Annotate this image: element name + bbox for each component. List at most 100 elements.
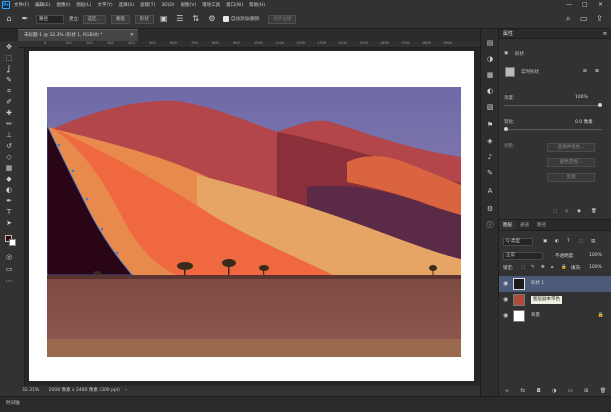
- mask-thumbnail[interactable]: [505, 67, 515, 77]
- dodge-tool-icon[interactable]: ◐: [4, 186, 14, 194]
- home-icon[interactable]: ⌂: [4, 14, 14, 24]
- layer-name[interactable]: 形状 1: [531, 276, 544, 292]
- screen-mode-icon[interactable]: ▭: [4, 265, 14, 273]
- adjustments-panel-icon[interactable]: ◈: [485, 137, 495, 146]
- delete-layer-icon[interactable]: 🗑: [600, 388, 606, 397]
- load-selection-icon[interactable]: ⬚: [553, 209, 557, 214]
- color-panel-icon[interactable]: ◑: [485, 55, 495, 64]
- path-arrangement-icon[interactable]: ⇅: [191, 14, 201, 24]
- menu-view[interactable]: 视图(V): [181, 2, 197, 8]
- tool-presets-icon[interactable]: ⚙: [485, 205, 495, 214]
- menu-type[interactable]: 文字(Y): [97, 2, 112, 8]
- pen-tool-preset-icon[interactable]: ✒: [20, 14, 30, 24]
- menu-3d[interactable]: 3D(D): [161, 3, 174, 8]
- close-tab-icon[interactable]: ✕: [130, 30, 134, 41]
- share-icon[interactable]: ⇪: [596, 14, 603, 23]
- tool-mode-select[interactable]: 路径: [36, 14, 64, 24]
- adjustment-layer-icon[interactable]: ◑: [552, 388, 556, 397]
- brush-panel-icon[interactable]: ✎: [485, 169, 495, 178]
- tab-paths[interactable]: 路径: [533, 220, 550, 230]
- align-edges-button[interactable]: 对齐边缘: [268, 14, 297, 24]
- photoshop-logo[interactable]: Ps: [2, 1, 10, 9]
- brush-tool-icon[interactable]: ✏: [4, 120, 14, 128]
- make-shape-button[interactable]: 形状: [134, 14, 154, 24]
- move-tool-icon[interactable]: ✥: [4, 43, 14, 51]
- filter-pixel-icon[interactable]: ▣: [543, 239, 547, 244]
- menu-edit[interactable]: 编辑(E): [35, 2, 50, 8]
- fill-value[interactable]: 100%: [589, 265, 602, 270]
- add-mask-icon[interactable]: ◘: [537, 388, 541, 397]
- quick-select-tool-icon[interactable]: ✎: [4, 76, 14, 84]
- patterns-panel-icon[interactable]: ▧: [485, 103, 495, 112]
- vector-mask-icon[interactable]: ⊠: [595, 69, 599, 74]
- menu-file[interactable]: 文件(F): [14, 2, 29, 8]
- lock-icon[interactable]: 🔒: [598, 312, 604, 318]
- make-selection-button[interactable]: 选区...: [82, 14, 106, 24]
- background-color-swatch[interactable]: [9, 239, 16, 246]
- panel-menu-icon[interactable]: ≡: [603, 29, 607, 39]
- layer-name[interactable]: 背景: [531, 308, 540, 324]
- minimize-button[interactable]: —: [566, 1, 572, 8]
- density-slider[interactable]: [504, 103, 602, 107]
- pen-tool-icon[interactable]: ✒: [4, 197, 14, 205]
- make-mask-button[interactable]: 蒙版: [110, 14, 130, 24]
- zoom-level[interactable]: 32.31%: [22, 388, 39, 393]
- visibility-eye-icon[interactable]: ◉: [503, 296, 508, 303]
- path-operations-icon[interactable]: ▣: [159, 14, 169, 24]
- feather-slider[interactable]: [504, 127, 602, 131]
- layer-style-icon[interactable]: fx: [520, 388, 525, 397]
- menu-select[interactable]: 选择(S): [119, 2, 134, 8]
- chevron-right-icon[interactable]: ›: [125, 388, 127, 393]
- auto-add-delete-checkbox[interactable]: [222, 16, 229, 22]
- new-group-icon[interactable]: ▭: [568, 388, 573, 397]
- lock-all-icon[interactable]: 🔒: [561, 265, 567, 270]
- menu-window[interactable]: 窗口(W): [226, 2, 243, 8]
- apply-mask-icon[interactable]: ◇: [565, 209, 568, 214]
- filter-adjustment-icon[interactable]: ◐: [555, 239, 559, 244]
- document-tab[interactable]: 未标题-1 @ 32.3% (形状 1, RGB/8) * ✕: [18, 29, 138, 41]
- menu-image[interactable]: 图像(I): [56, 2, 70, 8]
- more-tools-icon[interactable]: ⋯: [4, 277, 14, 285]
- toggle-mask-icon[interactable]: ◉: [577, 209, 581, 214]
- filter-shape-icon[interactable]: ⬚: [579, 239, 583, 244]
- blur-tool-icon[interactable]: ◆: [4, 175, 14, 183]
- new-layer-icon[interactable]: ⊞: [584, 388, 588, 397]
- layer-row-copy[interactable]: ◉ 图层副本带色: [499, 292, 611, 308]
- workspace-icon[interactable]: ▭: [580, 14, 588, 23]
- density-value[interactable]: 100%: [575, 95, 588, 100]
- tab-channels[interactable]: 通道: [516, 220, 533, 230]
- maximize-button[interactable]: □: [582, 1, 588, 8]
- history-panel-icon[interactable]: ▤: [485, 39, 495, 48]
- crop-tool-icon[interactable]: ⌗: [4, 87, 14, 95]
- quick-mask-icon[interactable]: ◎: [4, 253, 14, 261]
- info-panel-icon[interactable]: ⓘ: [485, 221, 495, 230]
- color-range-button[interactable]: 颜色范围...: [547, 158, 595, 167]
- libraries-panel-icon[interactable]: ⚑: [485, 121, 495, 130]
- delete-mask-icon[interactable]: 🗑: [591, 209, 597, 214]
- visibility-eye-icon[interactable]: ◉: [503, 312, 508, 319]
- document-info[interactable]: 2008 像素 x 2480 像素 (300 ppi): [49, 388, 120, 393]
- tab-layers[interactable]: 图层: [499, 220, 516, 230]
- path-alignment-icon[interactable]: ☰: [175, 14, 185, 24]
- eyedropper-tool-icon[interactable]: ✐: [4, 98, 14, 106]
- gear-icon[interactable]: ⚙: [207, 14, 217, 24]
- type-tool-icon[interactable]: T: [4, 208, 14, 216]
- close-window-button[interactable]: ✕: [598, 1, 603, 8]
- gradient-panel-icon[interactable]: ◐: [485, 87, 495, 96]
- marquee-tool-icon[interactable]: ⬚: [4, 54, 14, 62]
- menu-plugins[interactable]: 增效工具: [202, 2, 220, 8]
- link-layers-icon[interactable]: ∞: [505, 388, 509, 397]
- visibility-eye-icon[interactable]: ◉: [503, 280, 508, 287]
- lock-move-icon[interactable]: ✥: [541, 265, 545, 270]
- filter-type-icon[interactable]: T: [567, 239, 570, 244]
- timeline-label[interactable]: 时间轴: [6, 401, 20, 406]
- menu-filter[interactable]: 滤镜(T): [140, 2, 155, 8]
- layer-filter-select[interactable]: Q 类型: [503, 238, 533, 246]
- layer-name-editing[interactable]: 图层副本带色: [531, 296, 562, 304]
- blend-mode-select[interactable]: 正常: [503, 252, 543, 260]
- lock-pixels-icon[interactable]: ⬚: [521, 265, 525, 270]
- clone-stamp-tool-icon[interactable]: ⊥: [4, 131, 14, 139]
- select-mask-icon[interactable]: ⊞: [583, 69, 587, 74]
- path-selection-tool-icon[interactable]: ➤: [4, 219, 14, 227]
- menu-layer[interactable]: 图层(L): [76, 2, 91, 8]
